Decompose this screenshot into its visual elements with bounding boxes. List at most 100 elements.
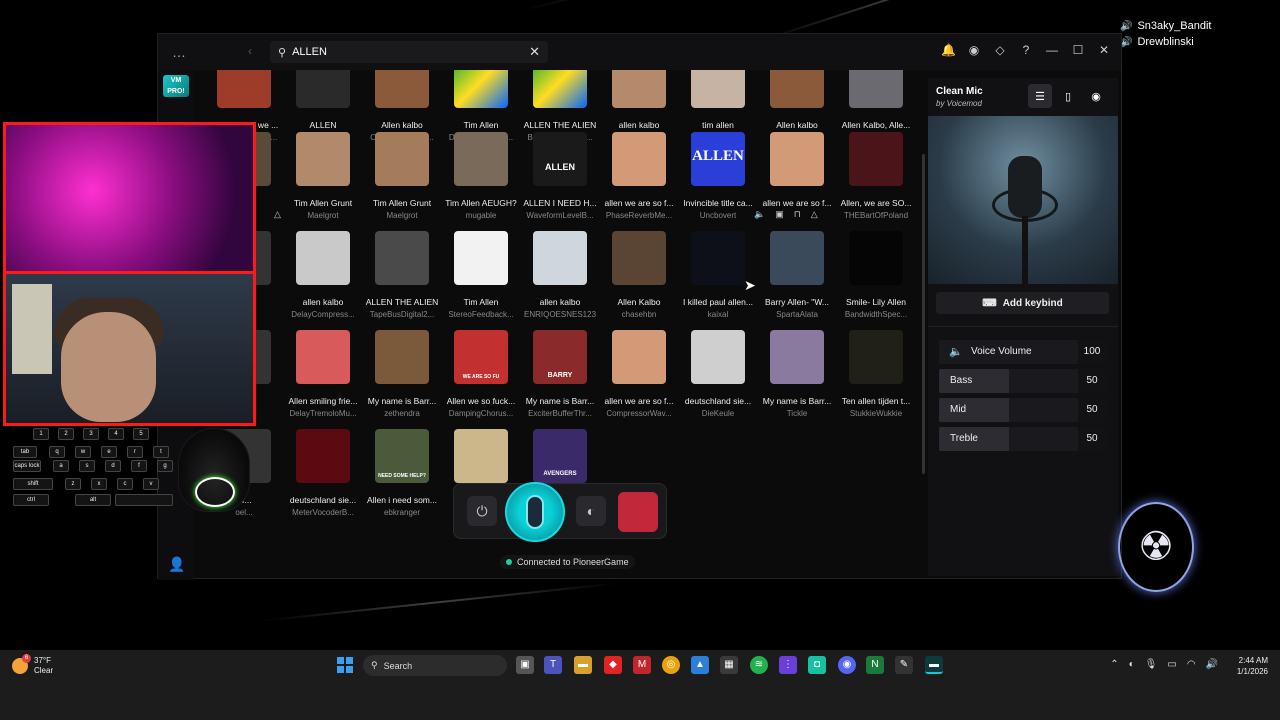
discord-taskbar-icon[interactable]: ◉ xyxy=(838,656,856,674)
sound-tile[interactable]: I killed paul allen... kaixal xyxy=(678,231,758,319)
menu-button[interactable]: … xyxy=(172,44,187,60)
pen-icon[interactable]: ✎ xyxy=(895,656,913,674)
chrome-icon[interactable]: ◎ xyxy=(662,656,680,674)
tab-book-icon[interactable]: ▯ xyxy=(1056,84,1080,108)
sound-tile[interactable]: Tim Allen Grunt Maelgrot xyxy=(362,132,442,220)
sound-tile[interactable]: Ten allen tijden t... StukkieWukkie xyxy=(836,330,916,418)
sound-thumbnail xyxy=(296,70,350,108)
sound-thumbnail xyxy=(612,70,666,108)
power-button[interactable]: ⏻ xyxy=(467,496,497,526)
sound-tile[interactable]: Allen, we are SO... THEBartOfPoland xyxy=(836,132,916,220)
discord-icon[interactable]: ◉ xyxy=(967,43,981,57)
notification-bell-icon[interactable]: 🔔 xyxy=(941,43,956,57)
sound-tile[interactable]: ALLEN THE ALIEN TapeBusDigital2... xyxy=(362,231,442,319)
sound-tile[interactable]: allen we are so f... PhaseReverbMe... xyxy=(599,132,679,220)
sound-author: BandwidthSpec... xyxy=(844,310,908,319)
sound-tile[interactable]: NEED SOME HELP? Allen i need som... ebkran… xyxy=(362,429,442,517)
search-input[interactable] xyxy=(292,46,513,58)
file-explorer-icon[interactable]: ▬ xyxy=(574,656,592,674)
teams-icon[interactable]: T xyxy=(544,656,562,674)
maximize-icon[interactable]: ☐ xyxy=(1071,43,1085,57)
task-view-icon[interactable]: ▣ xyxy=(516,656,534,674)
weather-temp: 37°F xyxy=(34,656,51,665)
voice-username: Sn3aky_Bandit xyxy=(1137,20,1212,32)
sound-tile[interactable]: My name is Barr... Tickle xyxy=(757,330,837,418)
close-icon[interactable]: ✕ xyxy=(1097,43,1111,57)
warning-icon[interactable]: △ xyxy=(274,209,281,220)
network-icon[interactable]: ◠ xyxy=(1187,659,1196,670)
voicemod-pro-logo[interactable]: VM PRO! xyxy=(163,75,189,97)
photos-icon[interactable]: ▲ xyxy=(691,656,709,674)
app-red-icon[interactable]: ◆ xyxy=(604,656,622,674)
param-value[interactable]: 50 xyxy=(1078,398,1106,422)
volume-icon[interactable]: 🔈 xyxy=(754,209,765,220)
lock-icon[interactable]: ⊓ xyxy=(794,209,801,220)
help-icon[interactable]: ? xyxy=(1019,43,1033,57)
sound-tile[interactable]: Tim Allen Grunt Maelgrot xyxy=(283,132,363,220)
chevron-up-icon[interactable]: ⌃ xyxy=(1110,659,1118,670)
sound-tile[interactable]: Allen Kalbo chasehbn xyxy=(599,231,679,319)
speaker-icon: 🔊 xyxy=(1120,20,1133,32)
sound-author: StukkieWukkie xyxy=(849,409,903,418)
display-icon[interactable]: ▭ xyxy=(1167,659,1176,670)
sound-tile[interactable]: ALLEN Invincible title ca... Uncbovert xyxy=(678,132,758,220)
taskbar-search[interactable]: ⚲ Search xyxy=(363,655,507,676)
sound-tile[interactable]: Allen smiling frie... DelayTremoloMu... xyxy=(283,330,363,418)
back-arrow-icon[interactable]: ‹ xyxy=(248,44,252,58)
clear-search-icon[interactable]: ✕ xyxy=(529,44,540,60)
sound-tile[interactable]: allen we are so f... xyxy=(757,132,837,211)
sound-tile[interactable]: BARRY My name is Barr... ExciterBufferThr.… xyxy=(520,330,600,418)
volume-tray-icon[interactable]: 🔊 xyxy=(1206,659,1218,670)
tag-icon[interactable]: ◇ xyxy=(993,43,1007,57)
profile-icon[interactable]: 👤 xyxy=(168,556,185,573)
param-value[interactable]: 100 xyxy=(1078,340,1106,364)
param-value[interactable]: 50 xyxy=(1078,369,1106,393)
spotify-icon[interactable]: ≋ xyxy=(750,656,768,674)
sound-thumbnail xyxy=(217,70,271,108)
start-button[interactable] xyxy=(337,657,353,673)
sound-tile[interactable]: WE ARE SO FU Allen we so fuck... DampingCh… xyxy=(441,330,521,418)
grid-scrollbar[interactable] xyxy=(922,154,925,474)
bass-slider[interactable]: Bass 50 xyxy=(939,369,1106,393)
add-keybind-button[interactable]: ⌨ Add keybind xyxy=(936,292,1109,314)
mcafee-icon[interactable]: M xyxy=(633,656,651,674)
hear-myself-button[interactable]: ◐ xyxy=(576,496,606,526)
sound-tile[interactable]: Tim Allen StereoFeedback... xyxy=(441,231,521,319)
sound-tile[interactable]: Tim Allen AEUGH? mugable xyxy=(441,132,521,220)
calculator-icon[interactable]: ▦ xyxy=(720,656,738,674)
sound-tile[interactable]: deutschland sie... DieKeule xyxy=(678,330,758,418)
voice-volume-slider[interactable]: 🔈 Voice Volume 100 xyxy=(939,340,1106,364)
stop-icon[interactable]: ▣ xyxy=(775,209,784,220)
minimize-icon[interactable]: — xyxy=(1045,43,1059,57)
tab-record-icon[interactable]: ◉ xyxy=(1084,84,1108,108)
sound-tile[interactable]: deutschland sie... MeterVocoderB... xyxy=(283,429,363,517)
sound-tile[interactable]: My name is Barr... zethendra xyxy=(362,330,442,418)
sound-tile[interactable]: Smile- Lily Allen BandwidthSpec... xyxy=(836,231,916,319)
warning-icon[interactable]: △ xyxy=(811,209,818,220)
microphone-tray-icon[interactable]: 🎙 xyxy=(1145,659,1158,670)
sound-tile[interactable]: allen kalbo ENRIQOESNES123 xyxy=(520,231,600,319)
weather-widget[interactable]: 6 37°F Clear xyxy=(12,654,53,676)
app-teal-icon[interactable]: ◘ xyxy=(808,656,826,674)
clock[interactable]: 2:44 AM 1/1/2026 xyxy=(1237,655,1268,677)
param-label: Voice Volume xyxy=(971,346,1032,357)
voice-avatar-button[interactable] xyxy=(618,492,658,532)
sound-author: StereoFeedback... xyxy=(448,310,514,319)
mid-slider[interactable]: Mid 50 xyxy=(939,398,1106,422)
sound-tile[interactable]: Barry Allen- "W... SpartaAlata xyxy=(757,231,837,319)
param-value[interactable]: 50 xyxy=(1078,427,1106,451)
sound-tile[interactable]: allen kalbo DelayCompress... xyxy=(283,231,363,319)
sound-thumbnail xyxy=(296,132,350,186)
sound-name: allen we are so f... xyxy=(762,198,832,208)
tray-app-icon[interactable]: ◐ xyxy=(1129,659,1135,670)
voice-changer-toggle[interactable] xyxy=(505,482,565,542)
app-grid-icon[interactable]: ⋮ xyxy=(779,656,797,674)
tab-settings-sliders-icon[interactable]: ☰ xyxy=(1028,84,1052,108)
treble-slider[interactable]: Treble 50 xyxy=(939,427,1106,451)
app-green-icon[interactable]: N xyxy=(866,656,884,674)
voicemod-taskbar-icon[interactable]: ▬ xyxy=(925,656,943,674)
sound-tile[interactable]: allen we are so f... CompressorWav... xyxy=(599,330,679,418)
search-box[interactable]: ⚲ ✕ xyxy=(270,41,548,63)
sound-tile[interactable]: ALLEN ALLEN I NEED H... WaveformLevelB... xyxy=(520,132,600,220)
logo-label: PRO! xyxy=(167,88,185,95)
